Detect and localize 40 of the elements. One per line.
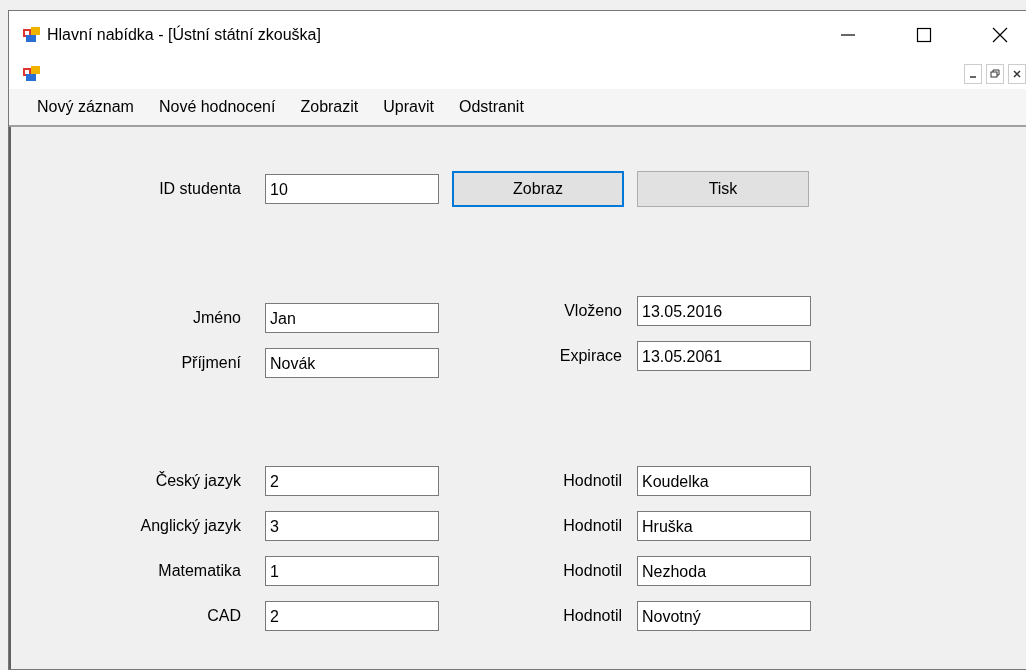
- field-label: Český jazyk: [154, 472, 241, 490]
- input-field[interactable]: Novotný: [637, 601, 811, 631]
- action-button[interactable]: Tisk: [637, 171, 809, 207]
- input-field[interactable]: 2: [265, 601, 439, 631]
- field-label: Expirace: [558, 347, 622, 365]
- input-field[interactable]: 3: [265, 511, 439, 541]
- input-field[interactable]: 13.05.2016: [637, 296, 811, 326]
- minimize-icon[interactable]: [964, 64, 982, 84]
- input-field[interactable]: Novák: [265, 348, 439, 378]
- input-field[interactable]: Koudelka: [637, 466, 811, 496]
- app-icon: [23, 27, 41, 43]
- action-button[interactable]: Zobraz: [452, 171, 624, 207]
- field-label: Hodnotil: [562, 562, 622, 580]
- input-field[interactable]: Jan: [265, 303, 439, 333]
- field-label: ID studenta: [158, 180, 241, 198]
- field-label: CAD: [206, 607, 241, 625]
- field-label: Hodnotil: [562, 472, 622, 490]
- input-field[interactable]: 2: [265, 466, 439, 496]
- input-field[interactable]: Hruška: [637, 511, 811, 541]
- field-label: Anglický jazyk: [139, 517, 241, 535]
- window-title: Hlavní nabídka - [Ústní státní zkouška]: [47, 26, 321, 44]
- menu-item[interactable]: Upravit: [373, 98, 449, 116]
- menu-item[interactable]: Nové hodnocení: [148, 98, 291, 116]
- restore-icon[interactable]: [986, 64, 1004, 84]
- menu-item[interactable]: Nový záznam: [27, 98, 149, 116]
- field-label: Matematika: [157, 562, 241, 580]
- field-label: Vloženo: [563, 302, 622, 320]
- input-field[interactable]: 1: [265, 556, 439, 586]
- menu-item[interactable]: Odstranit: [448, 98, 539, 116]
- input-field[interactable]: Nezhoda: [637, 556, 811, 586]
- menu-item[interactable]: Zobrazit: [290, 98, 374, 116]
- input-field[interactable]: 13.05.2061: [637, 341, 811, 371]
- field-label: Příjmení: [180, 354, 241, 372]
- field-label: Hodnotil: [562, 517, 622, 535]
- field-label: Hodnotil: [562, 607, 622, 625]
- field-label: Jméno: [191, 309, 241, 327]
- close-icon[interactable]: [992, 27, 1008, 43]
- maximize-icon[interactable]: [916, 27, 932, 43]
- input-field[interactable]: 10: [265, 174, 439, 204]
- app-icon: [23, 66, 41, 82]
